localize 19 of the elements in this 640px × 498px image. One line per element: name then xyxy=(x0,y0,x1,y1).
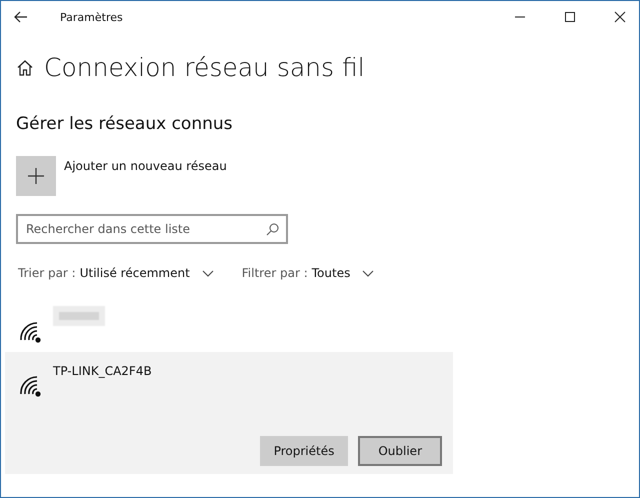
search-field[interactable]: Rechercher dans cette liste xyxy=(16,214,288,244)
add-network-label[interactable]: Ajouter un nouveau réseau xyxy=(64,159,227,173)
chevron-icon xyxy=(362,270,374,276)
filter-dropdown[interactable]: Filtrer par : Toutes xyxy=(242,266,374,280)
back-icon[interactable] xyxy=(14,11,28,23)
network-action-button[interactable]: Oublier xyxy=(358,436,442,466)
network-name: TP-LINK_CA2F4B xyxy=(53,364,152,378)
window-title: Paramètres xyxy=(60,10,123,24)
search-icon xyxy=(266,223,279,236)
page-title: Connexion réseau sans fil xyxy=(44,53,365,82)
maximize-icon[interactable] xyxy=(564,11,576,23)
home-icon[interactable] xyxy=(16,58,34,76)
chevron-icon xyxy=(202,270,214,276)
sort-dropdown[interactable]: Trier par : Utilisé récemment xyxy=(18,266,214,280)
section-title: Gérer les réseaux connus xyxy=(16,114,234,134)
network-action-button[interactable]: Propriétés xyxy=(260,436,348,466)
close-icon[interactable] xyxy=(614,11,626,23)
network-item[interactable]: TP-LINK_CA2F4B Propriétés Oublier xyxy=(5,352,453,474)
plus-icon xyxy=(27,167,45,185)
